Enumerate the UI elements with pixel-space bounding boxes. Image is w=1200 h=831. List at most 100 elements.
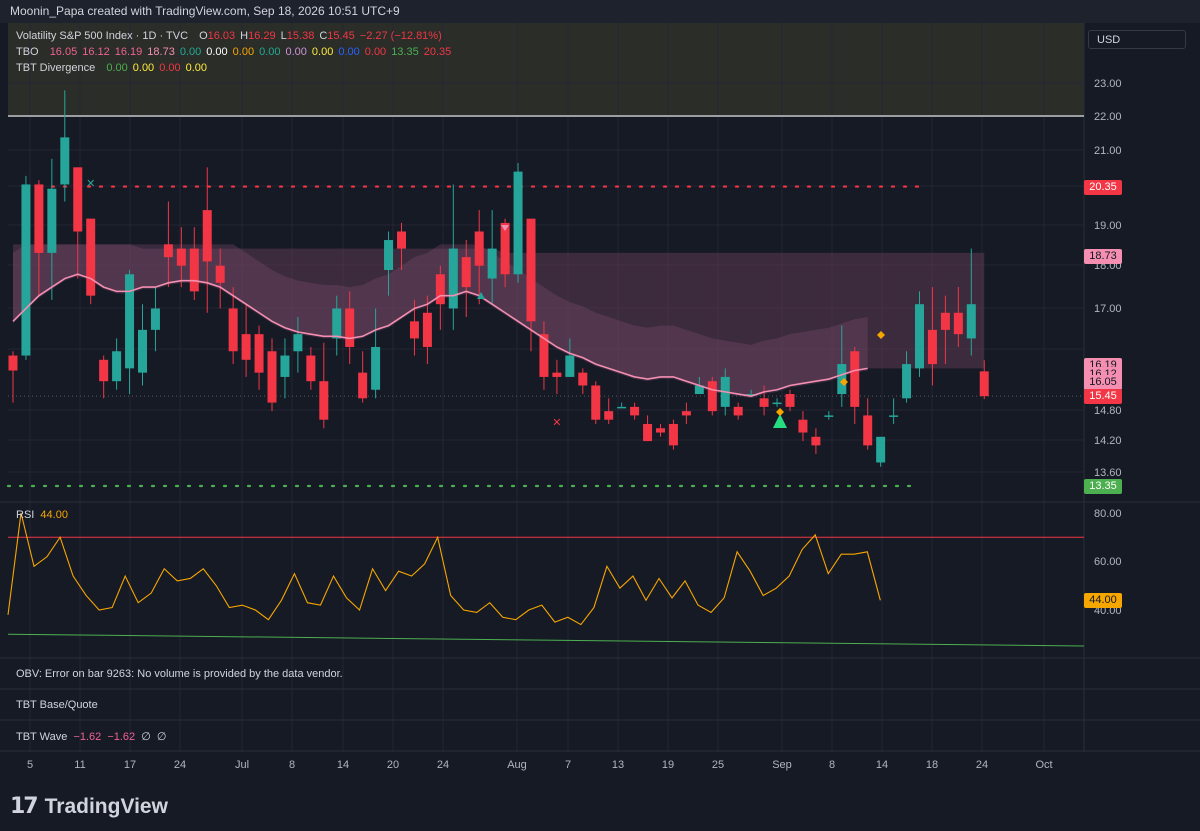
time-tick-label: 20 <box>387 759 399 771</box>
tbo-values: 16.05 16.12 16.19 18.73 0.00 0.00 0.00 0.00 0.00… <box>45 46 452 58</box>
candle-body <box>409 321 419 339</box>
candle-body <box>112 351 122 382</box>
price-tick-label: 13.60 <box>1094 467 1122 479</box>
candle-body <box>707 381 717 412</box>
time-tick-label: Oct <box>1035 759 1052 771</box>
candle-body <box>604 411 614 420</box>
candle-body <box>138 329 147 373</box>
ohlc-item: L15.38 <box>281 30 315 42</box>
candle-body <box>60 137 70 185</box>
indicator-value: 20.35 <box>423 46 452 58</box>
time-tick-label: 13 <box>612 759 624 771</box>
tbt-wave-legend[interactable]: TBT Wave −1.62 −1.62 ∅ ∅ <box>16 730 166 743</box>
ohlc-value: −2.27 (−12.81%) <box>359 30 442 42</box>
candle-body <box>73 167 83 232</box>
candle-body <box>798 419 808 433</box>
indicator-value: 0.00 <box>364 46 387 58</box>
price-axis-label: 15.45 <box>1084 389 1122 405</box>
divergence-legend[interactable]: TBT Divergence 0.00 0.00 0.00 0.00 <box>16 62 207 74</box>
obv-error-text[interactable]: OBV: Error on bar 9263: No volume is pro… <box>16 668 343 680</box>
time-tick-label: 8 <box>829 759 835 771</box>
candle-body <box>811 436 821 446</box>
candle-body <box>448 248 458 309</box>
ohlc-values: O16.03 H16.29 L15.38 C15.45 −2.27 (−12.81%) <box>194 30 442 42</box>
ohlc-value: 16.03 <box>207 30 236 42</box>
candle-body <box>487 248 497 279</box>
candle-body <box>979 371 989 397</box>
tbo-legend[interactable]: TBO 16.05 16.12 16.19 18.73 0.00 0.00 0.00 0.00… <box>16 46 451 58</box>
rsi-axis-label: 44.00 <box>1084 593 1122 609</box>
tbt-wave-v1: −1.62 <box>73 731 102 743</box>
candle-body <box>578 372 588 386</box>
indicator-value: 0.00 <box>338 46 360 58</box>
rsi-legend[interactable]: RSI 44.00 <box>16 509 68 521</box>
candle-body <box>254 334 264 373</box>
indicator-value: 0.00 <box>259 46 281 58</box>
candle-body <box>306 355 316 382</box>
price-tick-label: 19.00 <box>1094 220 1122 232</box>
tbt-wave-v4: ∅ <box>156 731 167 743</box>
candle-body <box>591 385 601 420</box>
candle-body <box>656 428 665 433</box>
time-tick-label: 8 <box>289 759 295 771</box>
time-tick-label: 25 <box>712 759 724 771</box>
candle-body <box>617 406 627 409</box>
candle-body <box>267 351 277 403</box>
time-tick-label: 11 <box>74 759 85 771</box>
footer: 17 TradingView <box>0 782 1200 831</box>
candle-body <box>47 188 57 253</box>
price-axis-label: 13.35 <box>1084 479 1122 494</box>
indicator-value: 0.00 <box>311 46 334 58</box>
candle-body <box>99 359 109 382</box>
indicator-value: 0.00 <box>185 62 208 74</box>
brand-name: TradingView <box>44 794 168 818</box>
candle-body <box>21 184 31 356</box>
candle-body <box>552 372 562 377</box>
price-tick-label: 14.80 <box>1094 405 1122 417</box>
candle-body <box>280 355 290 377</box>
ohlc-item: −2.27 (−12.81%) <box>360 30 442 42</box>
tbt-wave-v3: ∅ <box>141 731 151 743</box>
time-tick-label: 7 <box>565 759 571 771</box>
candle-body <box>332 308 342 339</box>
divergence-values: 0.00 0.00 0.00 0.00 <box>101 62 207 74</box>
candle-body <box>526 218 536 322</box>
indicator-value: 0.00 <box>232 46 255 58</box>
price-axis-label: 20.35 <box>1084 179 1122 195</box>
time-tick-label: Jul <box>235 759 249 771</box>
candle-body <box>772 402 782 405</box>
time-tick-label: 24 <box>174 759 186 771</box>
tradingview-logo[interactable]: 17 TradingView <box>10 794 168 819</box>
candle-body <box>630 406 640 416</box>
candle-body <box>293 334 303 352</box>
main-legend[interactable]: Volatility S&P 500 Index · 1D · TVC O16.… <box>16 30 442 42</box>
candle-body <box>163 244 173 258</box>
candle-body <box>189 248 199 292</box>
divergence-name: TBT Divergence <box>16 62 96 74</box>
tradingview-logo-icon: 17 <box>10 794 39 819</box>
rsi-name: RSI <box>16 509 35 521</box>
candle-body <box>202 210 212 262</box>
candle-body <box>876 436 886 463</box>
candle-body <box>668 423 678 446</box>
indicator-value: 0.00 <box>285 46 307 58</box>
price-tick-label: 22.00 <box>1094 111 1122 123</box>
indicator-value: 0.00 <box>106 62 128 74</box>
ohlc-label: H <box>240 30 249 42</box>
time-tick-label: 14 <box>337 759 349 771</box>
indicator-value: 0.00 <box>159 62 181 74</box>
indicator-value: 13.35 <box>391 46 419 58</box>
candle-body <box>759 398 769 407</box>
base-quote-legend[interactable]: TBT Base/Quote <box>16 699 98 711</box>
price-chart[interactable]: ✕✕23.0022.0021.0020.0019.0018.0017.0014.… <box>0 0 1200 782</box>
candle-body <box>8 355 18 371</box>
indicator-value: 0.00 <box>132 62 155 74</box>
candle-body <box>384 240 394 270</box>
candle-body <box>125 274 135 369</box>
currency-button[interactable]: USD <box>1088 30 1186 49</box>
candle-body <box>176 248 186 266</box>
price-tick-label: 23.00 <box>1094 78 1122 90</box>
price-tick-label: 17.00 <box>1094 303 1122 315</box>
candle-body <box>966 304 976 339</box>
price-axis-label: 18.73 <box>1084 248 1122 264</box>
